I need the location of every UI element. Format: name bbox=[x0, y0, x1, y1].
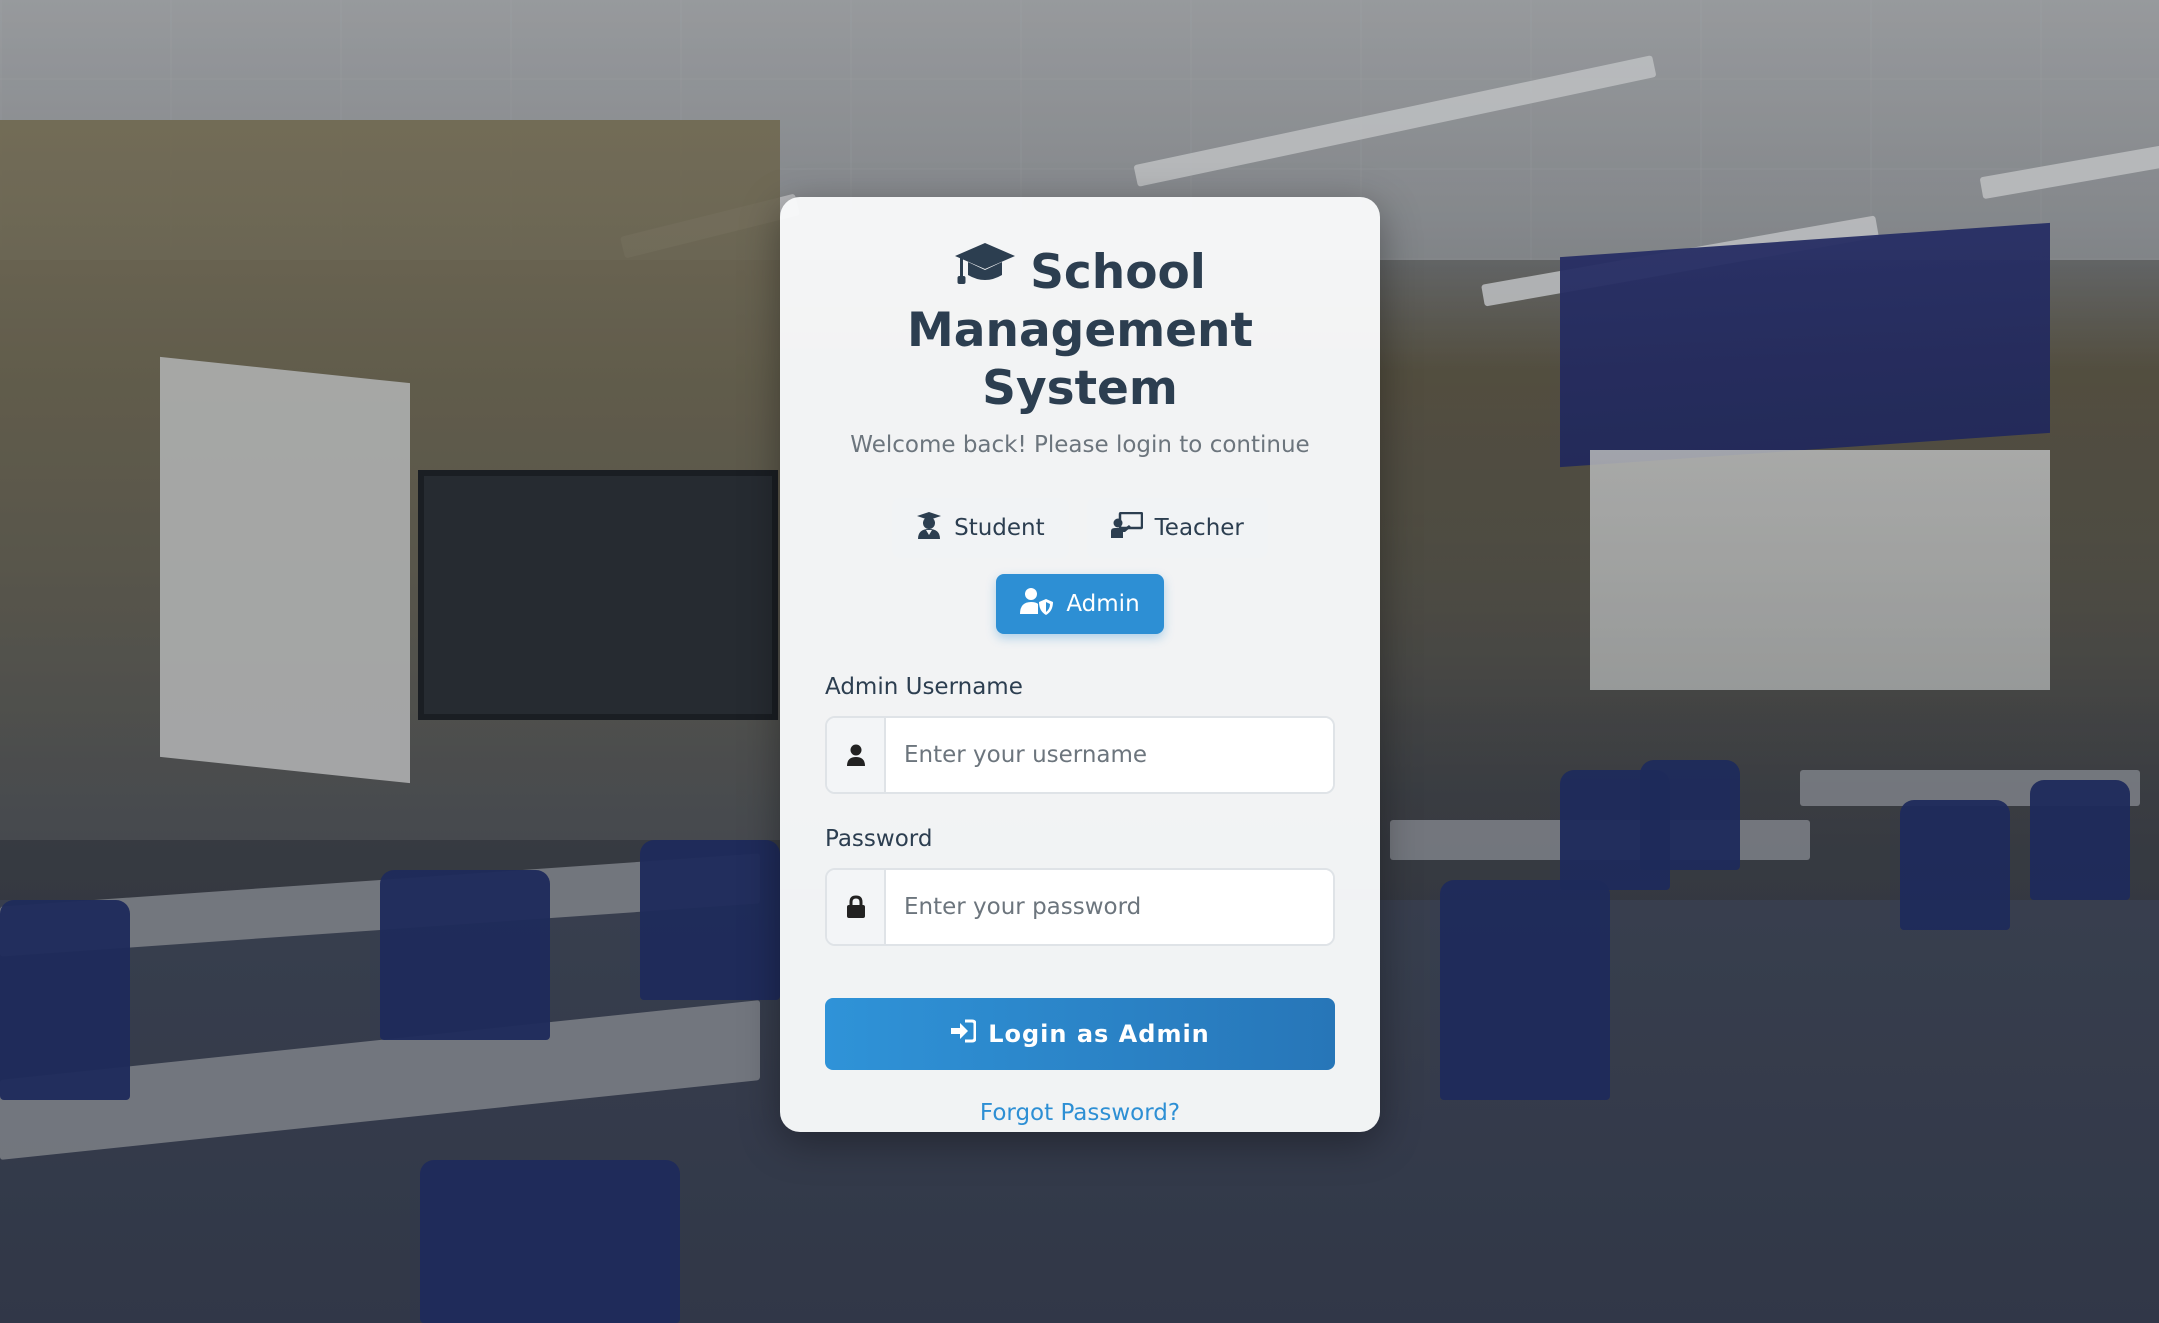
role-button-student[interactable]: Student bbox=[892, 498, 1069, 558]
subtitle: Welcome back! Please login to continue bbox=[850, 432, 1310, 458]
sign-in-icon bbox=[950, 1019, 977, 1049]
role-button-teacher[interactable]: Teacher bbox=[1086, 498, 1268, 558]
title-line-2: Management System bbox=[907, 303, 1253, 416]
chalkboard-teacher-icon bbox=[1110, 511, 1143, 544]
password-label: Password bbox=[825, 826, 933, 852]
role-selector: Student Teacher Admin bbox=[825, 498, 1335, 634]
title-line-1: School bbox=[1030, 245, 1206, 300]
role-label-teacher: Teacher bbox=[1154, 515, 1244, 541]
graduation-cap-icon bbox=[954, 241, 1016, 301]
forgot-password-link[interactable]: Forgot Password? bbox=[825, 1100, 1335, 1126]
user-icon bbox=[827, 718, 886, 792]
role-label-student: Student bbox=[954, 515, 1045, 541]
user-shield-icon bbox=[1020, 587, 1054, 621]
role-button-admin[interactable]: Admin bbox=[996, 574, 1164, 634]
role-label-admin: Admin bbox=[1066, 591, 1140, 617]
login-button[interactable]: Login as Admin bbox=[825, 998, 1335, 1070]
login-button-label: Login as Admin bbox=[988, 1020, 1210, 1048]
password-input[interactable] bbox=[886, 870, 1333, 944]
login-card: School Management System Welcome back! P… bbox=[780, 197, 1380, 1132]
lock-icon bbox=[827, 870, 886, 944]
username-label: Admin Username bbox=[825, 674, 1023, 700]
username-input[interactable] bbox=[886, 718, 1333, 792]
user-graduate-icon bbox=[916, 511, 942, 545]
page-title: School Management System bbox=[825, 241, 1335, 418]
password-field bbox=[825, 868, 1335, 946]
username-field bbox=[825, 716, 1335, 794]
